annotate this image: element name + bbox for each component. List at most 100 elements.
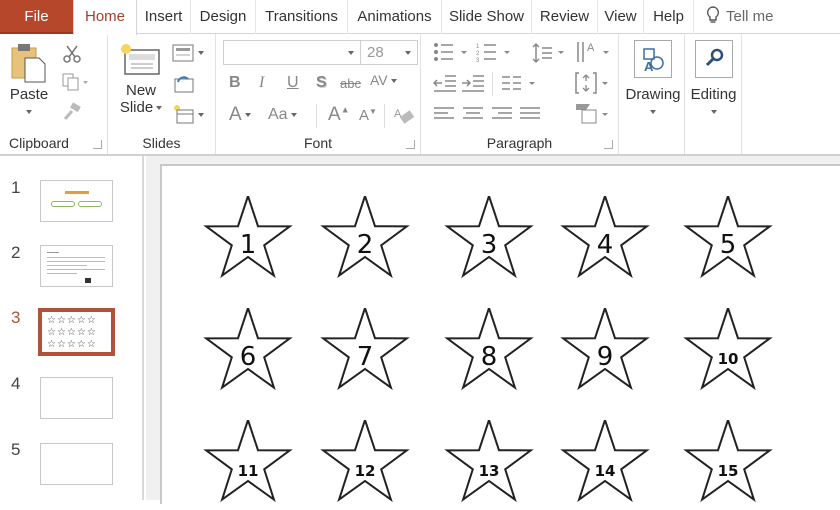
layout-icon[interactable]: [172, 44, 206, 62]
italic-button[interactable]: I: [259, 74, 264, 92]
tab-design[interactable]: Design: [191, 0, 256, 34]
slide-thumbnail-2[interactable]: [40, 245, 113, 287]
thumb-number: 1: [11, 178, 21, 197]
grow-font-button[interactable]: A▲: [328, 104, 350, 126]
shrink-font-button[interactable]: A▼: [359, 107, 377, 124]
clipboard-group: Paste Clipboard: [0, 34, 108, 154]
star-shape[interactable]: 9: [559, 308, 651, 392]
star-shape[interactable]: 3: [443, 196, 535, 280]
slide-thumbnail-pane: 1 2 3 ☆☆☆☆☆ ☆☆☆☆☆ ☆☆☆☆☆ 4 5: [0, 156, 144, 500]
format-painter-icon[interactable]: [62, 102, 82, 122]
font-size-dropdown[interactable]: 28: [360, 40, 418, 65]
reset-slide-icon[interactable]: [172, 74, 196, 94]
clear-formatting-icon[interactable]: A: [393, 105, 415, 127]
align-text-icon[interactable]: [574, 71, 610, 95]
editing-button[interactable]: Editing: [685, 40, 742, 120]
star-shape[interactable]: 1: [202, 196, 294, 280]
underline-button[interactable]: U: [287, 74, 299, 92]
star-number: 3: [480, 230, 498, 260]
paragraph-label: Paragraph: [486, 135, 553, 151]
star-number: 12: [354, 462, 376, 480]
bullets-icon[interactable]: [433, 42, 469, 62]
star-shape[interactable]: 10: [682, 308, 774, 392]
svg-text:2: 2: [476, 51, 480, 57]
text-direction-icon[interactable]: A: [575, 40, 611, 64]
tab-review[interactable]: Review: [532, 0, 598, 34]
align-left-icon[interactable]: [433, 106, 455, 122]
star-shape[interactable]: 2: [319, 196, 411, 280]
star-number: 11: [237, 462, 259, 480]
numbering-icon[interactable]: 123: [476, 42, 512, 62]
paste-label: Paste: [9, 86, 49, 103]
new-slide-label-2: Slide: [119, 99, 154, 116]
align-right-icon[interactable]: [491, 106, 513, 122]
change-case-button[interactable]: Aa: [268, 106, 297, 124]
slide-thumbnail-3[interactable]: ☆☆☆☆☆ ☆☆☆☆☆ ☆☆☆☆☆: [38, 308, 115, 356]
section-icon[interactable]: [172, 104, 206, 124]
ribbon: Paste Clipboard New Slide Slides 28 B I …: [0, 34, 840, 156]
star-shape[interactable]: 4: [559, 196, 651, 280]
tab-insert[interactable]: Insert: [137, 0, 191, 34]
tab-transitions[interactable]: Transitions: [256, 0, 348, 34]
slides-group: New Slide Slides: [108, 34, 216, 154]
columns-icon[interactable]: [501, 74, 537, 92]
star-shape[interactable]: 11: [202, 420, 294, 504]
slide-thumbnail-4[interactable]: [40, 377, 113, 419]
drawing-button[interactable]: A Drawing: [621, 40, 685, 120]
mini-star-row: ☆☆☆☆☆: [47, 327, 97, 338]
star-number: 5: [719, 230, 737, 260]
star-shape[interactable]: 7: [319, 308, 411, 392]
star-number: 9: [596, 342, 614, 372]
tell-me-search[interactable]: Tell me: [706, 0, 774, 34]
star-shape[interactable]: 5: [682, 196, 774, 280]
copy-icon[interactable]: [62, 73, 88, 91]
increase-indent-icon[interactable]: [461, 74, 485, 92]
slide-canvas[interactable]: 1 2 3 4 5 6 7 8 9 10 11 12 13 14 15: [160, 164, 840, 504]
thumb-number: 5: [11, 440, 21, 459]
mini-star-row: ☆☆☆☆☆: [47, 315, 97, 326]
font-group: 28 B I U S abc AV A Aa A▲ A▼ A Font: [216, 34, 421, 154]
star-shape[interactable]: 14: [559, 420, 651, 504]
tell-me-label: Tell me: [726, 8, 774, 25]
font-color-button[interactable]: A: [229, 104, 251, 126]
tab-slide-show[interactable]: Slide Show: [442, 0, 532, 34]
star-number: 1: [239, 230, 257, 260]
align-center-icon[interactable]: [462, 106, 484, 122]
drawing-label: Drawing: [625, 86, 681, 103]
slide-thumbnail-1[interactable]: [40, 180, 113, 222]
bold-button[interactable]: B: [229, 74, 241, 92]
tab-view[interactable]: View: [598, 0, 644, 34]
font-label: Font: [303, 135, 332, 151]
tab-animations[interactable]: Animations: [348, 0, 442, 34]
star-shape[interactable]: 8: [443, 308, 535, 392]
paragraph-launcher-icon[interactable]: [604, 140, 613, 149]
decrease-indent-icon[interactable]: [433, 74, 457, 92]
star-shape[interactable]: 13: [443, 420, 535, 504]
cut-icon[interactable]: [62, 44, 82, 64]
tab-home[interactable]: Home: [73, 0, 137, 35]
character-spacing-button[interactable]: AV: [370, 72, 397, 88]
line-spacing-icon[interactable]: [532, 42, 566, 64]
shrink-font-label: A: [359, 107, 370, 124]
paste-button[interactable]: Paste: [6, 42, 52, 120]
star-shape[interactable]: 6: [202, 308, 294, 392]
font-launcher-icon[interactable]: [406, 140, 415, 149]
star-shape[interactable]: 12: [319, 420, 411, 504]
star-shape[interactable]: 15: [682, 420, 774, 504]
clipboard-launcher-icon[interactable]: [93, 140, 102, 149]
svg-text:1: 1: [476, 44, 480, 50]
lightbulb-icon: [706, 6, 720, 23]
strikethrough-button[interactable]: abc: [340, 76, 361, 91]
shadow-button[interactable]: S: [316, 74, 327, 92]
grow-font-label: A: [328, 104, 341, 125]
paragraph-group: 123 A Paragraph: [421, 34, 619, 154]
font-name-dropdown[interactable]: [223, 40, 361, 65]
slide-thumbnail-5[interactable]: [40, 443, 113, 485]
change-case-label: Aa: [268, 106, 288, 123]
tab-file[interactable]: File: [0, 0, 73, 34]
star-number: 14: [594, 462, 616, 480]
new-slide-button[interactable]: New Slide: [116, 42, 166, 116]
tab-help[interactable]: Help: [644, 0, 694, 34]
justify-icon[interactable]: [519, 106, 541, 122]
smartart-icon[interactable]: [574, 102, 610, 126]
